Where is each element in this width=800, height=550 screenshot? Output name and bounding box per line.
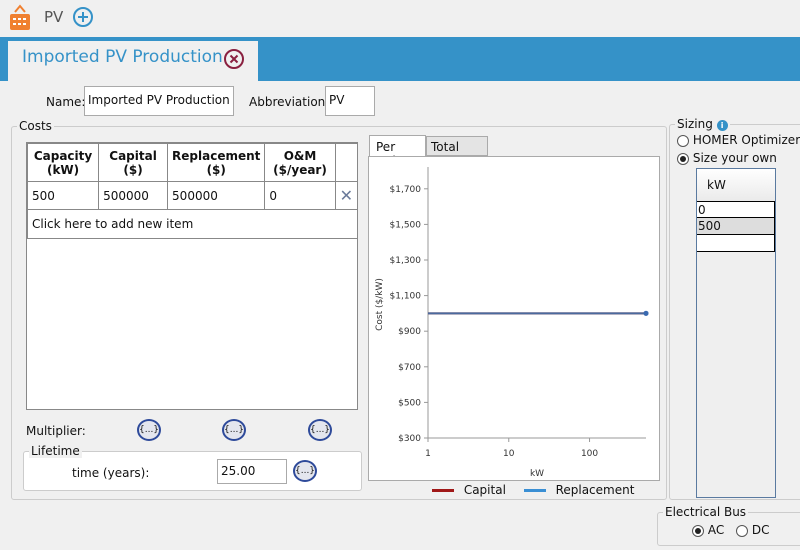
tab-imported-pv[interactable]: Imported PV Production	[8, 41, 258, 81]
x-tick-label: 100	[581, 449, 598, 459]
add-new-item[interactable]: Click here to add new item	[27, 209, 358, 239]
y-tick-label: $1,100	[390, 292, 422, 302]
solar-panel-icon	[10, 4, 30, 30]
tab-per-unit[interactable]: Per Unit	[369, 135, 426, 168]
legend-swatch-capital	[432, 489, 454, 492]
cost-table: Capacity (kW) Capital ($) Replacement ($) O…	[26, 143, 359, 239]
om-multiplier-button[interactable]: {...}	[308, 419, 332, 441]
table-header: Capacity (kW) Capital ($) Replacement ($) O…	[26, 143, 359, 182]
abbreviation-input[interactable]: PV	[325, 86, 375, 116]
radio-icon[interactable]	[677, 134, 689, 147]
cell-capacity[interactable]: 500	[26, 181, 100, 210]
radio-icon[interactable]	[692, 524, 704, 537]
x-tick-label: 1	[425, 449, 431, 459]
x-tick-label: 10	[503, 449, 515, 459]
capital-multiplier-button[interactable]: {...}	[137, 419, 161, 441]
y-tick-label: $1,700	[390, 185, 422, 195]
radio-homer-optimizer[interactable]: HOMER Optimizer™	[677, 133, 800, 147]
y-tick-label: $1,500	[390, 220, 422, 230]
cost-table-panel: Capacity (kW) Capital ($) Replacement ($) O…	[26, 142, 359, 410]
lifetime-input[interactable]: 25.00	[217, 459, 287, 484]
size-value[interactable]: 500	[697, 218, 775, 235]
costs-title: Costs	[17, 119, 54, 133]
size-value-new[interactable]	[697, 235, 775, 252]
option-label: Size your own	[692, 151, 777, 165]
abbreviation-label: Abbreviation:	[249, 95, 330, 109]
sizing-title: Sizing i	[675, 117, 730, 131]
cell-om[interactable]: 0	[264, 181, 336, 210]
component-label: PV	[44, 8, 64, 26]
size-column-header: kW	[697, 169, 775, 201]
col-om: O&M ($/year)	[264, 143, 336, 182]
x-axis-label: kW	[530, 469, 544, 479]
replacement-multiplier-button[interactable]: {...}	[222, 419, 246, 441]
col-replacement: Replacement ($)	[167, 143, 266, 182]
col-capital: Capital ($)	[98, 143, 169, 182]
radio-dc[interactable]: DC	[736, 523, 769, 537]
lifetime-multiplier-button[interactable]: {...}	[293, 460, 317, 482]
radio-icon[interactable]	[677, 152, 689, 165]
plus-circle-icon[interactable]	[72, 6, 94, 28]
info-icon[interactable]: i	[716, 120, 728, 131]
data-point-replacement	[643, 310, 649, 316]
y-tick-label: $700	[398, 363, 421, 373]
delete-row-icon[interactable]: ✕	[334, 181, 359, 210]
radio-size-your-own[interactable]: Size your own	[677, 151, 777, 165]
y-axis-label: Cost ($/kW)	[375, 278, 385, 331]
close-circle-icon[interactable]	[223, 48, 245, 70]
option-label: HOMER Optimizer™	[692, 133, 800, 147]
multiplier-label: Multiplier:	[26, 424, 86, 438]
col-delete	[334, 143, 359, 182]
y-tick-label: $1,300	[390, 256, 422, 266]
y-tick-label: $900	[398, 327, 421, 337]
y-tick-label: $500	[398, 398, 421, 408]
top-bar: PV	[0, 0, 800, 36]
radio-icon[interactable]	[736, 524, 748, 537]
lifetime-title: Lifetime	[29, 444, 82, 458]
legend-capital: Capital	[463, 483, 506, 497]
option-label: AC	[707, 523, 725, 537]
lifetime-label: time (years):	[72, 466, 150, 480]
name-label: Name:	[46, 95, 86, 109]
cost-chart: $1,700 $1,500 $1,300 $1,100 $900 $700 $500 $300…	[375, 167, 649, 479]
chart-legend: Capital Replacement	[432, 483, 634, 497]
option-label: DC	[751, 523, 770, 537]
tab-title: Imported PV Production	[22, 47, 223, 67]
col-capacity: Capacity (kW)	[26, 143, 100, 182]
tab-total-cost[interactable]: Total Cost	[426, 136, 488, 168]
size-list: kW 0 500	[696, 168, 776, 498]
name-input[interactable]: Imported PV Production	[84, 86, 234, 116]
electrical-bus-title: Electrical Bus	[663, 505, 749, 519]
radio-ac[interactable]: AC	[692, 523, 724, 537]
legend-swatch-replacement	[523, 489, 546, 492]
y-tick-label: $300	[398, 434, 421, 444]
cell-replacement[interactable]: 500000	[167, 181, 266, 210]
cell-capital[interactable]: 500000	[98, 181, 169, 210]
table-row: 500 500000 500000 0 ✕	[26, 181, 359, 210]
size-value[interactable]: 0	[697, 201, 775, 218]
chart-panel: $1,700 $1,500 $1,300 $1,100 $900 $700 $500 $300…	[368, 156, 660, 481]
legend-replacement: Replacement	[555, 483, 635, 497]
